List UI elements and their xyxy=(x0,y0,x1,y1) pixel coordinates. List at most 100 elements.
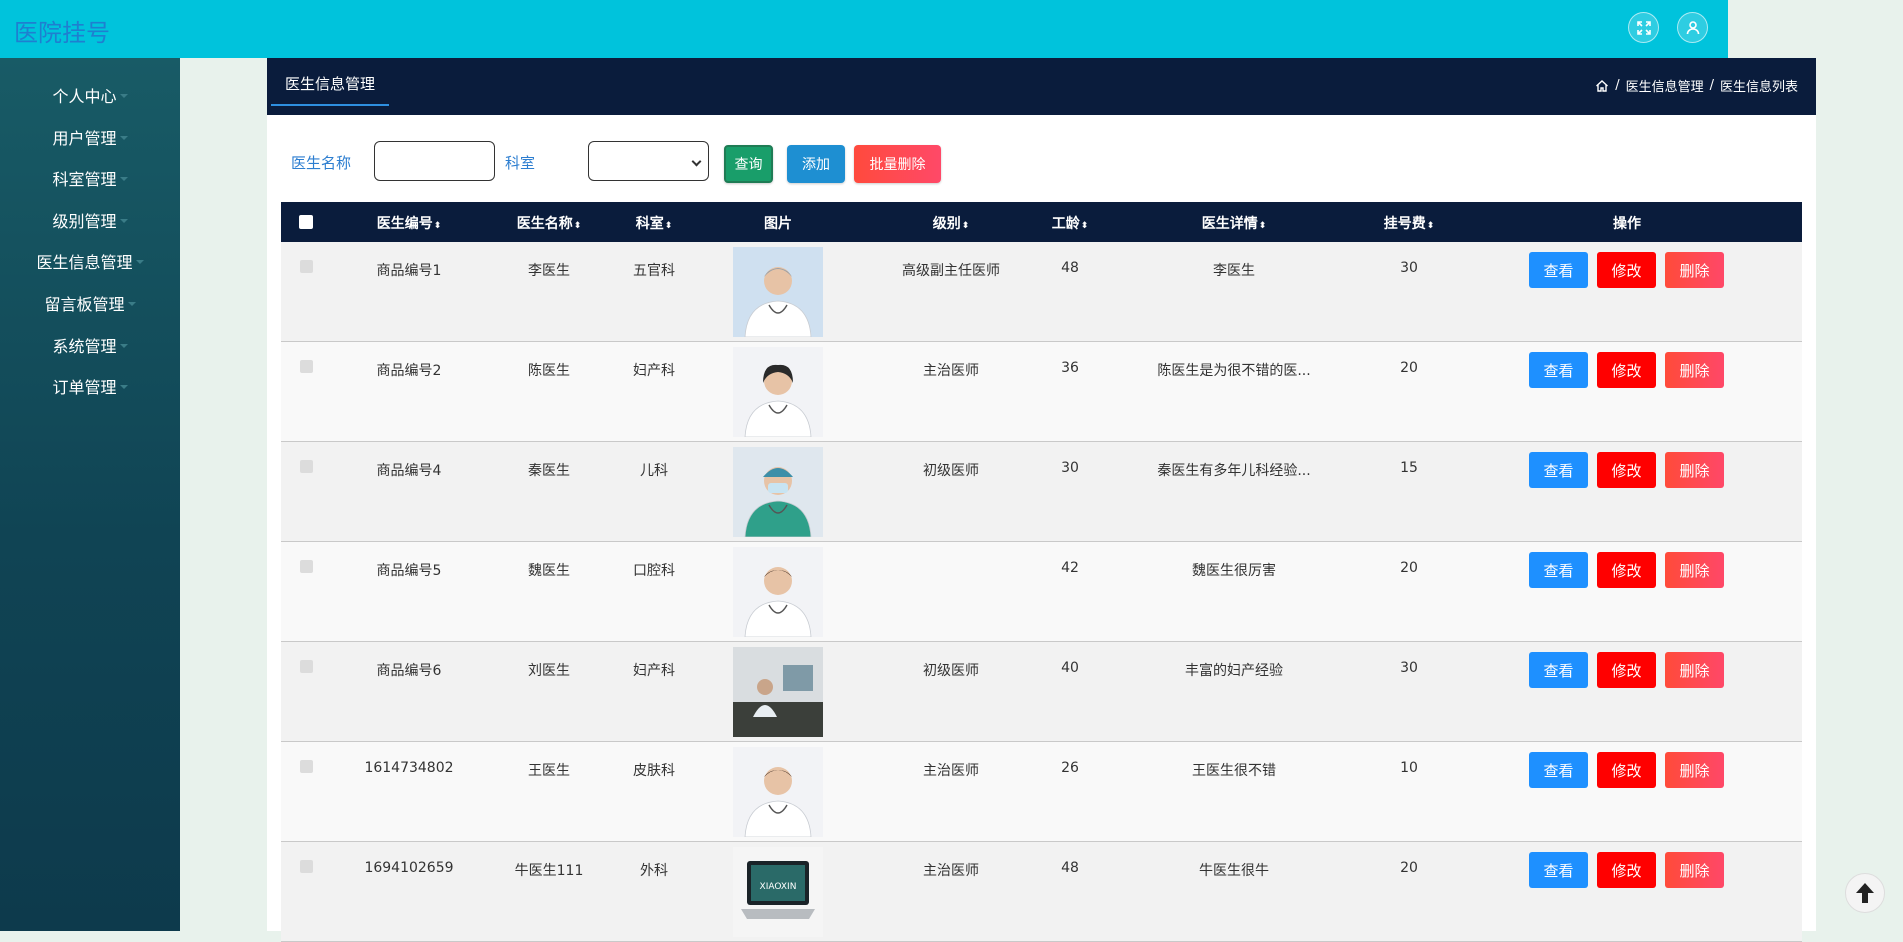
cell-detail: 李医生 xyxy=(1213,263,1255,279)
department-label: 科室 xyxy=(505,154,536,172)
sidebar-item[interactable]: 个人中心 xyxy=(0,76,180,114)
delete-button[interactable]: 删除 xyxy=(1665,252,1724,288)
caret-down-icon xyxy=(127,302,136,306)
department-select[interactable] xyxy=(588,141,709,181)
edit-button[interactable]: 修改 xyxy=(1597,352,1656,388)
doctor-photo: XIAOXIN xyxy=(733,847,823,937)
sidebar-item[interactable]: 科室管理 xyxy=(0,159,180,197)
panel-header: 医生信息管理 / 医生信息管理 / 医生信息列表 xyxy=(267,58,1816,115)
column-header-name[interactable]: 医生名称⬍ xyxy=(517,213,582,233)
fullscreen-button[interactable] xyxy=(1628,12,1659,43)
column-header-age[interactable]: 工龄⬍ xyxy=(1052,213,1089,233)
column-header-detail[interactable]: 医生详情⬍ xyxy=(1202,213,1267,233)
app-title: 医院挂号 xyxy=(14,19,110,47)
delete-button[interactable]: 删除 xyxy=(1665,452,1724,488)
doctor-photo xyxy=(733,447,823,537)
row-checkbox[interactable] xyxy=(300,460,313,473)
cell-fee: 15 xyxy=(1400,460,1418,476)
cell-level: 主治医师 xyxy=(923,863,979,879)
sidebar-item[interactable]: 留言板管理 xyxy=(0,284,180,322)
row-checkbox[interactable] xyxy=(300,260,313,273)
user-menu-button[interactable] xyxy=(1677,12,1708,43)
cell-level: 初级医师 xyxy=(923,663,979,679)
cell-fee: 20 xyxy=(1400,360,1418,376)
column-header-dept[interactable]: 科室⬍ xyxy=(636,213,673,233)
doctor-name-input[interactable] xyxy=(374,141,495,181)
cell-dept: 五官科 xyxy=(633,263,675,279)
edit-button[interactable]: 修改 xyxy=(1597,752,1656,788)
column-header-photo: 图片 xyxy=(764,216,792,232)
sidebar-item-label: 留言板管理 xyxy=(44,295,125,314)
edit-button[interactable]: 修改 xyxy=(1597,552,1656,588)
tab-doctor-info[interactable]: 医生信息管理 xyxy=(271,74,390,106)
column-header-ops: 操作 xyxy=(1613,216,1641,232)
cell-detail: 陈医生是为很不错的医... xyxy=(1157,363,1311,379)
table-row: 商品编号1 李医生 五官科 高级副主任医师 48 李医生 30 查看 修改 删除 xyxy=(281,242,1802,342)
view-button[interactable]: 查看 xyxy=(1529,452,1588,488)
add-button[interactable]: 添加 xyxy=(787,145,845,183)
sidebar-item[interactable]: 系统管理 xyxy=(0,326,180,364)
view-button[interactable]: 查看 xyxy=(1529,752,1588,788)
row-checkbox[interactable] xyxy=(300,360,313,373)
cell-name: 刘医生 xyxy=(528,663,570,679)
sidebar-item[interactable]: 用户管理 xyxy=(0,118,180,156)
sidebar-item[interactable]: 医生信息管理 xyxy=(0,242,180,280)
cell-age: 48 xyxy=(1061,860,1079,876)
cell-name: 魏医生 xyxy=(528,563,570,579)
delete-button[interactable]: 删除 xyxy=(1665,752,1724,788)
bulk-delete-button[interactable]: 批量删除 xyxy=(854,145,941,183)
edit-button[interactable]: 修改 xyxy=(1597,852,1656,888)
sidebar-item[interactable]: 订单管理 xyxy=(0,367,180,405)
cell-id: 1614734802 xyxy=(364,760,454,776)
row-checkbox[interactable] xyxy=(300,860,313,873)
sidebar-item[interactable]: 级别管理 xyxy=(0,201,180,239)
view-button[interactable]: 查看 xyxy=(1529,852,1588,888)
cell-level: 初级医师 xyxy=(923,463,979,479)
cell-age: 36 xyxy=(1061,360,1079,376)
edit-button[interactable]: 修改 xyxy=(1597,252,1656,288)
sidebar: 个人中心用户管理 科室管理级别管理医生信息管理 留言板管理系统管理订单管理 xyxy=(0,58,180,931)
view-button[interactable]: 查看 xyxy=(1529,252,1588,288)
cell-detail: 丰富的妇产经验 xyxy=(1185,663,1283,679)
table-row: 商品编号5 魏医生 口腔科 42 魏医生很厉害 20 查看 修改 删除 xyxy=(281,542,1802,642)
edit-button[interactable]: 修改 xyxy=(1597,452,1656,488)
doctor-photo xyxy=(733,647,823,737)
cell-fee: 20 xyxy=(1400,860,1418,876)
cell-age: 30 xyxy=(1061,460,1079,476)
cell-level: 主治医师 xyxy=(923,763,979,779)
cell-dept: 外科 xyxy=(640,863,668,879)
delete-button[interactable]: 删除 xyxy=(1665,852,1724,888)
query-button[interactable]: 查询 xyxy=(724,145,773,183)
cell-name: 王医生 xyxy=(528,763,570,779)
cell-id: 商品编号2 xyxy=(376,363,442,379)
table-row: 商品编号2 陈医生 妇产科 主治医师 36 陈医生是为很不错的医... 20 查看 修改 删除 xyxy=(281,342,1802,442)
view-button[interactable]: 查看 xyxy=(1529,552,1588,588)
cell-fee: 20 xyxy=(1400,560,1418,576)
sidebar-item-label: 医生信息管理 xyxy=(36,253,133,273)
doctor-photo xyxy=(733,547,823,637)
view-button[interactable]: 查看 xyxy=(1529,652,1588,688)
scroll-to-top-button[interactable] xyxy=(1845,873,1885,913)
column-header-level[interactable]: 级别⬍ xyxy=(933,213,970,233)
cell-name: 李医生 xyxy=(528,263,570,279)
delete-button[interactable]: 删除 xyxy=(1665,552,1724,588)
row-checkbox[interactable] xyxy=(300,660,313,673)
delete-button[interactable]: 删除 xyxy=(1665,652,1724,688)
sidebar-item-label: 系统管理 xyxy=(52,336,117,356)
cell-age: 42 xyxy=(1061,560,1079,576)
caret-down-icon xyxy=(119,218,128,223)
breadcrumb-item[interactable]: 医生信息管理 xyxy=(1626,76,1704,95)
cell-id: 商品编号4 xyxy=(376,463,442,479)
home-icon[interactable] xyxy=(1595,79,1609,93)
breadcrumb: / 医生信息管理 / 医生信息列表 xyxy=(1595,76,1798,95)
caret-down-icon xyxy=(119,94,128,98)
view-button[interactable]: 查看 xyxy=(1529,352,1588,388)
row-checkbox[interactable] xyxy=(300,760,313,773)
cell-name: 秦医生 xyxy=(528,463,570,479)
column-header-id[interactable]: 医生编号⬍ xyxy=(377,213,442,233)
column-header-fee[interactable]: 挂号费⬍ xyxy=(1384,213,1435,233)
row-checkbox[interactable] xyxy=(300,560,313,573)
select-all-checkbox[interactable] xyxy=(299,215,313,229)
delete-button[interactable]: 删除 xyxy=(1665,352,1724,388)
edit-button[interactable]: 修改 xyxy=(1597,652,1656,688)
